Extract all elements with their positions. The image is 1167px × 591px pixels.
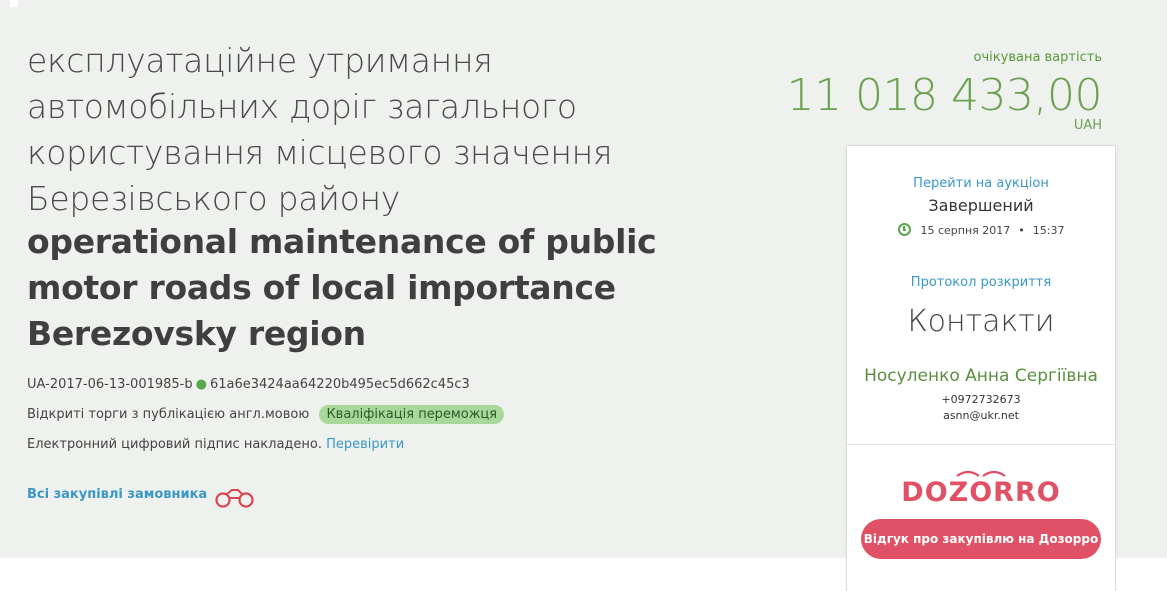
auction-time: 15:37 [1032, 224, 1065, 237]
verify-signature-link[interactable]: Перевірити [326, 437, 404, 452]
dozorro-feedback-button[interactable]: Відгук про закупівлю на Дозорро [861, 519, 1101, 559]
card-divider [847, 444, 1115, 445]
tender-id-line: UA-2017-06-13-001985-b ● 61a6e3424aa64220b… [27, 377, 470, 392]
auction-status: Завершений [928, 196, 1034, 215]
status-badge: Кваліфікація переможця [319, 405, 505, 424]
corner-mark [10, 0, 18, 7]
side-card: Перейти на аукціон Завершений 15 серпня … [846, 145, 1116, 591]
signature-text: Електронний цифровий підпис накладено. [27, 437, 322, 452]
protocol-link[interactable]: Протокол розкриття [847, 275, 1115, 290]
contacts-heading: Контакти [907, 304, 1055, 339]
procedure-type: Відкриті торги з публікацією англ.мовою [27, 407, 310, 422]
auction-date: 15 серпня 2017 [920, 224, 1011, 237]
binoculars-icon[interactable] [213, 486, 257, 510]
expected-price-label: очікувана вартість [973, 50, 1102, 65]
contact-phone[interactable]: +0972732673 [847, 393, 1115, 406]
clock-icon [897, 223, 911, 236]
dozorro-logo: DOZORRO [901, 470, 1060, 508]
dozorro-logo-text: DOZORRO [901, 477, 1060, 508]
tender-hash: 61a6e3424aa64220b495ec5d662c45c3 [209, 377, 470, 392]
bullet-separator: • [1018, 224, 1025, 237]
price-currency: UAH [1073, 118, 1102, 133]
expected-price-value: 11 018 433,00 [786, 70, 1103, 121]
auction-datetime: 15 серпня 2017 • 15:37 [847, 223, 1115, 237]
tender-title-en: operational maintenance of public motor … [27, 222, 657, 353]
contact-name: Носуленко Анна Сергіївна [864, 366, 1098, 386]
procedure-line: Відкриті торги з публікацією англ.мовою … [27, 405, 505, 424]
all-purchases-link[interactable]: Всі закупівлі замовника [27, 487, 207, 502]
signature-line: Електронний цифровий підпис накладено. П… [27, 437, 404, 452]
dot-separator-icon: ● [195, 377, 207, 392]
tender-id: UA-2017-06-13-001985-b [27, 377, 193, 392]
tender-title-ua: експлуатаційне утримання автомобільних д… [27, 41, 613, 218]
contact-email[interactable]: asnn@ukr.net [847, 409, 1115, 422]
auction-link[interactable]: Перейти на аукціон [847, 176, 1115, 191]
